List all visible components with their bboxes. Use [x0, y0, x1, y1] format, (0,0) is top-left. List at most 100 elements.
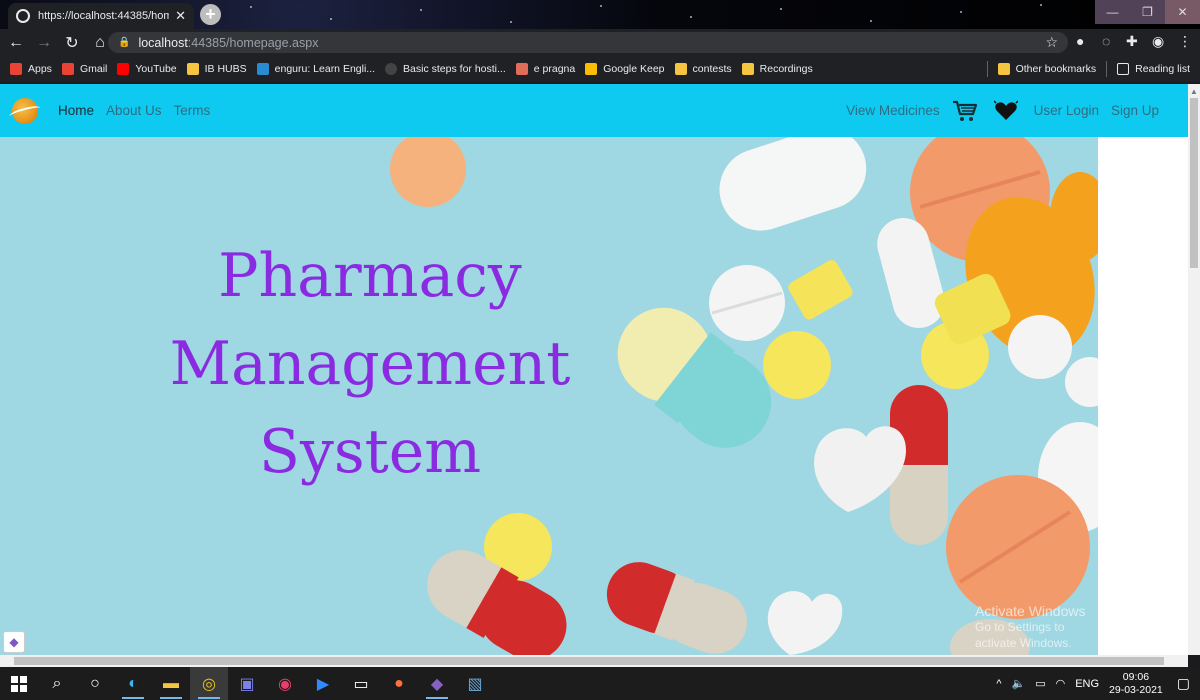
bookmark-google-keep[interactable]: Google Keep [585, 63, 665, 75]
bookmark-e-pragna[interactable]: e pragna [515, 63, 576, 75]
window-controls: — ❐ ✕ [1095, 0, 1200, 24]
browser-tab[interactable]: https://localhost:44385/homepa... ✕ [8, 3, 194, 29]
visual-studio-icon[interactable]: ◆ [418, 667, 456, 700]
hero-title-line: Pharmacy [218, 241, 522, 311]
scroll-up-icon[interactable]: ▲ [1190, 87, 1198, 96]
star-decoration [960, 11, 962, 13]
bookmarks-bar: Apps Gmail YouTube IB HUBS enguru: Learn… [0, 56, 1200, 82]
tab-strip: https://localhost:44385/homepa... ✕ + — … [0, 0, 1200, 29]
star-decoration [690, 16, 692, 18]
scrollbar-thumb[interactable] [14, 657, 1164, 665]
hero-title: Pharmacy Management System [140, 232, 600, 496]
bookmark-ib-hubs[interactable]: IB HUBS [186, 63, 247, 75]
close-tab-icon[interactable]: ✕ [175, 8, 186, 24]
hero-banner: Pharmacy Management System Activate Wind… [0, 137, 1098, 655]
teams-icon[interactable]: ▣ [228, 667, 266, 700]
reading-list-label: Reading list [1135, 63, 1190, 75]
star-decoration [250, 6, 252, 8]
folder-icon [997, 63, 1010, 75]
bookmark-apps[interactable]: Apps [10, 63, 52, 75]
activate-windows-watermark: Activate Windows Go to Settings to activ… [975, 603, 1098, 651]
hero-title-line: System [258, 417, 482, 487]
bookmark-label: Basic steps for hosti... [403, 63, 506, 75]
clock-time: 09:06 [1122, 670, 1150, 683]
star-decoration [420, 9, 422, 11]
bookmark-label: IB HUBS [204, 63, 247, 75]
nav-home[interactable]: Home [58, 103, 94, 118]
cortana-icon[interactable]: ○ [76, 667, 114, 700]
bookmark-star-icon[interactable]: ☆ [1045, 34, 1058, 51]
star-decoration [1040, 4, 1042, 6]
horizontal-scrollbar[interactable] [0, 655, 1188, 667]
extension-icon[interactable]: ◌ [1102, 33, 1110, 49]
nav-view-medicines[interactable]: View Medicines [846, 103, 940, 118]
nav-terms[interactable]: Terms [174, 103, 211, 118]
file-explorer-icon[interactable]: ▬ [152, 667, 190, 700]
battery-icon[interactable]: ▭ [1035, 677, 1045, 690]
star-decoration [780, 8, 782, 10]
vertical-scrollbar[interactable]: ▲ [1188, 84, 1200, 655]
bookmark-basic-steps[interactable]: Basic steps for hosti... [385, 63, 506, 75]
star-decoration [510, 21, 512, 23]
language-indicator[interactable]: ENG [1075, 678, 1099, 690]
reading-list[interactable]: Reading list [1117, 63, 1190, 75]
profile-avatar[interactable]: ◉ [1152, 33, 1164, 50]
nav-user-login[interactable]: User Login [1034, 103, 1099, 118]
visual-studio-icon[interactable]: ◆ [3, 631, 25, 653]
clock[interactable]: 09:06 29-03-2021 [1109, 671, 1163, 697]
other-bookmarks[interactable]: Other bookmarks [997, 63, 1097, 75]
site-navbar: Home About Us Terms View Medicines User … [0, 84, 1188, 137]
other-bookmarks-label: Other bookmarks [1015, 63, 1097, 75]
bookmark-label: e pragna [533, 63, 576, 75]
windows-taskbar: ⌕ ○ ◐ ▬ ◎ ▣ ◉ ▶ ▭ ● ◆ ▧ ^ 🔈 ▭ ◠ ENG 09:0… [0, 667, 1200, 700]
menu-kebab-icon[interactable]: ⋮ [1178, 33, 1192, 50]
browser-toolbar: ← → ↻ ⌂ 🔒 localhost:44385/homepage.aspx … [0, 29, 1200, 56]
nav-about-us[interactable]: About Us [106, 103, 162, 118]
search-icon[interactable]: ⌕ [38, 667, 76, 700]
windows-start-icon[interactable] [0, 667, 38, 700]
bookmark-enguru[interactable]: enguru: Learn Engli... [256, 63, 375, 75]
new-tab-button[interactable]: + [200, 4, 221, 25]
bookmark-label: YouTube [135, 63, 177, 75]
bookmark-label: Google Keep [603, 63, 665, 75]
firefox-icon[interactable]: ● [380, 667, 418, 700]
wifi-icon[interactable]: ◠ [1056, 677, 1066, 690]
reading-list-icon [1117, 63, 1130, 75]
zoom-icon[interactable]: ▶ [304, 667, 342, 700]
terminal-icon[interactable]: ▭ [342, 667, 380, 700]
maximize-button[interactable]: ❐ [1130, 0, 1165, 24]
app-icon[interactable]: ◉ [266, 667, 304, 700]
nav-sign-up[interactable]: Sign Up [1111, 103, 1159, 118]
back-button[interactable]: ← [4, 31, 28, 55]
bookmark-youtube[interactable]: YouTube [117, 63, 177, 75]
github-icon [385, 63, 398, 75]
page-viewport: Home About Us Terms View Medicines User … [0, 84, 1188, 655]
bookmark-contests[interactable]: contests [674, 63, 732, 75]
address-bar[interactable]: 🔒 localhost:44385/homepage.aspx ☆ [108, 32, 1068, 53]
extensions-puzzle-icon[interactable]: ✚ [1126, 33, 1138, 50]
brand-logo[interactable] [12, 97, 38, 124]
app-icon[interactable]: ▧ [456, 667, 494, 700]
google-keep-icon [585, 63, 598, 75]
close-window-button[interactable]: ✕ [1165, 0, 1200, 24]
notification-icon[interactable]: ▢ [1177, 675, 1190, 692]
bookmark-label: contests [692, 63, 732, 75]
volume-icon[interactable]: 🔈 [1011, 677, 1025, 690]
wishlist-heart-icon[interactable] [993, 99, 1018, 122]
edge-icon[interactable]: ◐ [114, 667, 152, 700]
star-decoration [330, 18, 332, 20]
forward-button[interactable]: → [32, 31, 56, 55]
chevron-up-icon[interactable]: ^ [996, 678, 1001, 690]
bookmark-recordings[interactable]: Recordings [741, 63, 813, 75]
chrome-icon[interactable]: ◎ [190, 667, 228, 700]
bookmark-gmail[interactable]: Gmail [61, 63, 107, 75]
e-pragna-icon [515, 63, 528, 75]
scrollbar-thumb[interactable] [1190, 98, 1198, 268]
minimize-button[interactable]: — [1095, 0, 1130, 24]
reload-button[interactable]: ↻ [60, 31, 84, 55]
star-decoration [600, 5, 602, 7]
cart-icon[interactable] [952, 99, 978, 123]
globe-icon [16, 9, 30, 23]
extension-icon[interactable]: ● [1076, 33, 1084, 49]
url-host: localhost [138, 35, 188, 50]
